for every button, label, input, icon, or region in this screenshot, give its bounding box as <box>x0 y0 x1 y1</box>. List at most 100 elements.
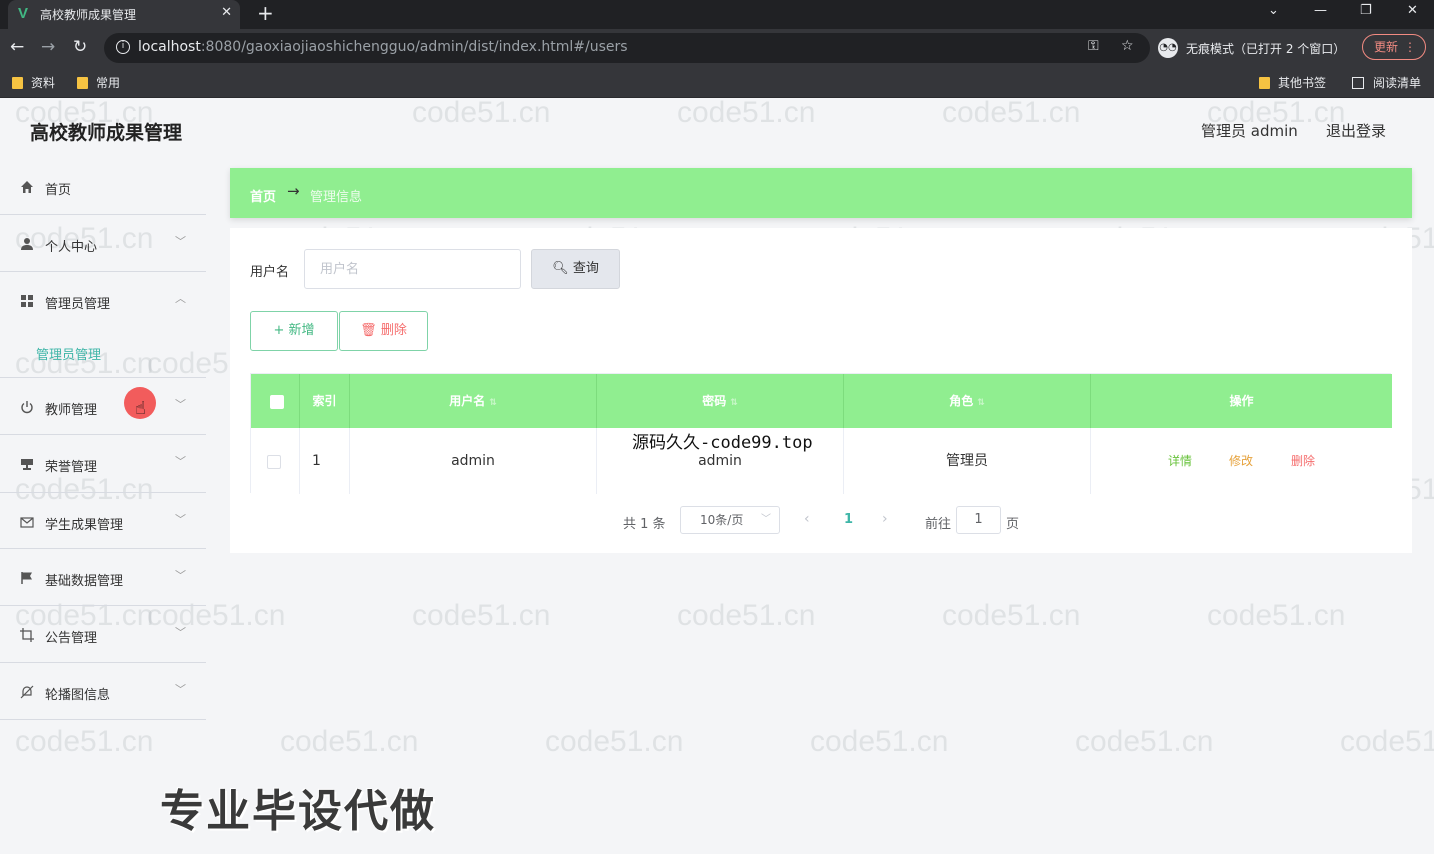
logout-link[interactable]: 退出登录 <box>1326 120 1386 141</box>
home-icon <box>21 181 33 193</box>
watermark-text: code51.cn <box>1340 725 1434 758</box>
search-button[interactable]: 🔍︎ 查询 <box>531 249 620 289</box>
add-button[interactable]: + 新增 <box>250 311 338 351</box>
users-table: 索引 用户名⇅ 密码⇅ 角色⇅ 操作 1 admin admin 管理员 <box>250 373 1392 494</box>
close-tab-icon[interactable]: ✕ <box>221 5 232 20</box>
watermark-text: code51.cn <box>545 725 684 758</box>
breadcrumb: 首页 → 管理信息 <box>230 168 1412 218</box>
sidebar-item-honor-management[interactable]: 荣誉管理 ﹀ <box>0 435 206 492</box>
sort-icon: ⇅ <box>489 398 497 408</box>
column-header-password[interactable]: 密码 ⇅ <box>597 374 844 428</box>
row-select-cell <box>251 428 300 494</box>
site-title: 高校教师成果管理 <box>30 122 183 144</box>
update-button[interactable]: 更新 ⋮ <box>1362 34 1426 60</box>
sidebar-item-base-data[interactable]: 基础数据管理 ﹀ <box>0 549 206 606</box>
address-bar[interactable]: i localhost:8080/gaoxiaojiaoshichengguo/… <box>104 33 1150 63</box>
forward-icon[interactable]: → <box>41 37 55 57</box>
bookmark-folder-other[interactable]: 其他书签 <box>1259 74 1326 91</box>
username-search-input[interactable] <box>304 249 521 289</box>
goto-page-input[interactable]: 1 <box>956 506 1001 534</box>
cell-actions: 详情 修改 删除 <box>1091 428 1392 494</box>
edit-button[interactable]: 修改 <box>1229 428 1253 494</box>
restore-icon[interactable]: ❐ <box>1360 3 1372 18</box>
sidebar-item-student-results[interactable]: 学生成果管理 ﹀ <box>0 492 206 549</box>
bookmark-folder-ziliao[interactable]: 资料 <box>12 74 55 91</box>
app-header: 高校教师成果管理 管理员 admin 退出登录 <box>0 98 1434 162</box>
plus-icon: + <box>273 323 285 338</box>
search-label: 用户名 <box>250 265 290 280</box>
watermark-text: code51.cn <box>1207 599 1346 632</box>
row-delete-button[interactable]: 删除 <box>1291 428 1315 494</box>
vue-favicon-icon: V <box>18 5 29 22</box>
source-caption: 源码久久-code99.top <box>632 433 813 453</box>
mail-icon <box>20 517 34 528</box>
promo-banner-text: 专业毕设代做 <box>160 786 436 837</box>
batch-delete-button[interactable]: 🗑︎ 删除 <box>339 311 428 351</box>
reload-icon[interactable]: ↻ <box>73 37 87 57</box>
key-icon[interactable]: ⚿ <box>1088 38 1099 54</box>
new-tab-icon[interactable]: + <box>257 1 274 25</box>
breadcrumb-current: 管理信息 <box>310 190 363 205</box>
bookmark-folder-changyong[interactable]: 常用 <box>77 74 120 91</box>
user-icon <box>21 238 33 250</box>
column-header-username[interactable]: 用户名 ⇅ <box>350 374 597 428</box>
row-checkbox[interactable] <box>267 455 281 469</box>
hand-cursor-icon: ☝ <box>135 398 146 419</box>
trash-icon: 🗑︎ <box>360 323 377 338</box>
table-header: 索引 用户名 ⇅ 密码 ⇅ 角色 ⇅ 操作 <box>251 374 1392 428</box>
browser-tab-bar: V 高校教师成果管理 ✕ + ⌄ — ❐ ✕ <box>0 0 1434 29</box>
minimize-icon[interactable]: — <box>1314 3 1327 18</box>
prev-page-icon[interactable]: ‹ <box>804 511 810 527</box>
column-header-role[interactable]: 角色 ⇅ <box>844 374 1091 428</box>
watermark-text: code51.cn <box>412 599 551 632</box>
bell-off-icon <box>20 685 34 699</box>
site-info-icon[interactable]: i <box>116 40 130 54</box>
page-size-select[interactable]: 10条/页 ﹀ <box>680 506 780 534</box>
trophy-icon <box>21 459 33 470</box>
incognito-label: 无痕模式（已打开 2 个窗口） <box>1186 41 1346 56</box>
sort-icon: ⇅ <box>977 398 985 408</box>
watermark-text: code51.cn <box>280 725 419 758</box>
detail-button[interactable]: 详情 <box>1168 428 1192 494</box>
goto-prefix: 前往 <box>925 517 952 532</box>
page-number-current[interactable]: 1 <box>844 512 853 527</box>
chevron-down-icon: ﹀ <box>175 683 186 696</box>
sidebar-item-profile[interactable]: 个人中心 ﹀ <box>0 215 206 272</box>
watermark-text: code51.cn <box>1075 725 1214 758</box>
cell-role: 管理员 <box>844 428 1091 494</box>
incognito-indicator[interactable]: ◔◔ 无痕模式（已打开 2 个窗口） <box>1158 35 1345 61</box>
chevron-down-icon: ﹀ <box>175 455 186 468</box>
reading-list[interactable]: 阅读清单 <box>1352 74 1421 91</box>
sidebar-item-carousel[interactable]: 轮播图信息 ﹀ <box>0 663 206 720</box>
chevron-down-icon: ﹀ <box>175 569 186 582</box>
bookmarks-bar: 资料 常用 其他书签 阅读清单 <box>0 67 1434 98</box>
sidebar-item-notice[interactable]: 公告管理 ﹀ <box>0 606 206 663</box>
update-label: 更新 <box>1374 40 1399 54</box>
select-all-checkbox[interactable] <box>270 395 284 409</box>
next-page-icon[interactable]: › <box>882 511 888 527</box>
window-close-icon[interactable]: ✕ <box>1407 3 1418 18</box>
sidebar-item-admin-management[interactable]: 管理员管理 ︿ 管理员管理 <box>0 272 206 378</box>
sort-icon: ⇅ <box>730 398 738 408</box>
browser-tab[interactable]: V 高校教师成果管理 ✕ <box>8 0 240 29</box>
flag-icon <box>21 572 32 584</box>
column-header-actions: 操作 <box>1229 394 1254 408</box>
breadcrumb-home[interactable]: 首页 <box>250 186 276 205</box>
bookmark-star-icon[interactable]: ☆ <box>1121 38 1134 54</box>
incognito-icon: ◔◔ <box>1158 38 1178 58</box>
sidebar-item-home[interactable]: 首页 <box>0 158 206 215</box>
reading-list-icon <box>1352 76 1364 89</box>
cell-username: admin <box>350 428 597 494</box>
chevron-down-icon: ﹀ <box>761 514 771 525</box>
chevron-up-icon: ︿ <box>175 292 186 305</box>
chevron-down-icon: ﹀ <box>175 513 186 526</box>
folder-icon <box>77 76 88 89</box>
sidebar-item-teacher-management[interactable]: 教师管理 ﹀ <box>0 378 206 435</box>
total-count: 共 1 条 <box>623 517 666 532</box>
main-panel: 用户名 🔍︎ 查询 + 新增 🗑︎ 删除 索引 用户名⇅ 密码⇅ 角色⇅ <box>230 228 1412 553</box>
tab-search-icon[interactable]: ⌄ <box>1268 3 1279 18</box>
admin-user-label: 管理员 admin <box>1201 122 1298 140</box>
url-text: localhost:8080/gaoxiaojiaoshichengguo/ad… <box>138 39 628 55</box>
sidebar-subitem-admin-management[interactable]: 管理员管理 <box>36 344 101 363</box>
back-icon[interactable]: ← <box>10 37 24 57</box>
